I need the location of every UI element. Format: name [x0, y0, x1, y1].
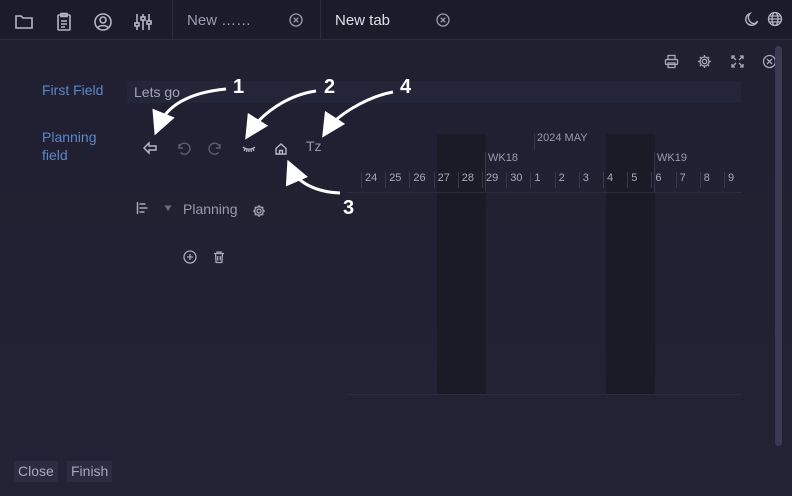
tab-new-tab[interactable]: New tab: [320, 0, 465, 40]
day-label: 5: [631, 172, 638, 184]
day-label: 29: [486, 172, 499, 184]
sliders-icon[interactable]: [133, 12, 153, 32]
day-label: 27: [437, 172, 450, 184]
planning-field-label: Planning field: [42, 128, 97, 164]
first-field-label: First Field: [42, 82, 104, 98]
timeline-divider: [347, 192, 742, 193]
annotation-1: 1: [233, 76, 245, 98]
day-label: 24: [365, 172, 378, 184]
globe-icon[interactable]: [767, 11, 783, 27]
month-separator: [534, 134, 535, 150]
planning-label-line1: Planning: [42, 129, 97, 145]
day-label: 4: [607, 172, 614, 184]
day-label: 25: [389, 172, 402, 184]
timeline: 2024 MAY WK18 WK19 24 25 26 27 28 29 30 1 2 3 4 5 6 7…: [347, 132, 742, 395]
day-separator: [482, 172, 483, 188]
tab-label: New tab: [335, 11, 391, 29]
timeline-divider: [347, 394, 742, 395]
day-separator: [699, 172, 701, 188]
close-tab-icon[interactable]: [436, 13, 450, 27]
day-separator: [627, 172, 629, 188]
day-label: 6: [655, 172, 662, 184]
day-separator: [603, 172, 604, 188]
day-label: 2: [558, 172, 565, 184]
day-label: 30: [510, 172, 523, 184]
undo-icon[interactable]: [175, 140, 191, 156]
day-separator: [675, 172, 677, 188]
day-separator: [578, 172, 580, 188]
day-label: 8: [703, 172, 710, 184]
close-button[interactable]: Close: [14, 461, 58, 482]
eye-closed-icon[interactable]: [241, 140, 257, 156]
redo-icon[interactable]: [208, 140, 224, 156]
print-icon[interactable]: [664, 54, 679, 69]
day-separator: [724, 172, 725, 188]
timezone-button[interactable]: Tz: [306, 138, 322, 154]
trash-icon[interactable]: [212, 250, 226, 264]
planning-item-label: Planning: [183, 201, 238, 217]
day-separator: [457, 172, 459, 188]
close-tab-icon[interactable]: [289, 13, 303, 27]
annotation-4: 4: [400, 76, 412, 98]
first-field-input[interactable]: Lets go: [127, 81, 741, 103]
month-label: 2024 MAY: [537, 132, 588, 144]
day-separator: [385, 172, 387, 188]
tab-new[interactable]: New ……: [172, 0, 320, 40]
gear-icon[interactable]: [697, 54, 712, 69]
planning-label-line2: field: [42, 147, 68, 163]
align-left-icon[interactable]: [136, 201, 150, 215]
back-arrow-icon[interactable]: [142, 140, 158, 156]
expand-icon[interactable]: [730, 54, 745, 69]
day-label: 7: [679, 172, 686, 184]
user-circle-icon[interactable]: [93, 12, 113, 32]
week-label: WK18: [488, 152, 518, 164]
day-separator: [651, 172, 653, 188]
add-circle-icon[interactable]: [183, 250, 197, 264]
day-label: 1: [534, 172, 541, 184]
home-icon[interactable]: [273, 141, 289, 157]
tab-label: New ……: [187, 11, 252, 29]
top-bar: New …… New tab: [0, 0, 792, 40]
scrollbar[interactable]: [775, 46, 782, 446]
caret-down-icon[interactable]: [163, 203, 173, 213]
week-label: WK19: [657, 152, 687, 164]
day-separator: [506, 172, 508, 188]
day-label: 28: [461, 172, 475, 184]
day-separator: [530, 172, 532, 188]
day-separator: [409, 172, 411, 188]
folder-icon[interactable]: [14, 12, 34, 32]
clipboard-icon[interactable]: [54, 12, 74, 32]
day-label: 9: [728, 172, 735, 184]
day-label: 26: [413, 172, 426, 184]
settings-icon[interactable]: [252, 204, 266, 218]
day-separator: [554, 172, 556, 188]
moon-icon[interactable]: [744, 11, 760, 27]
finish-button[interactable]: Finish: [67, 461, 113, 482]
day-label: 3: [582, 172, 589, 184]
day-separator: [361, 172, 362, 188]
annotation-2: 2: [324, 76, 336, 98]
day-separator: [433, 172, 435, 188]
